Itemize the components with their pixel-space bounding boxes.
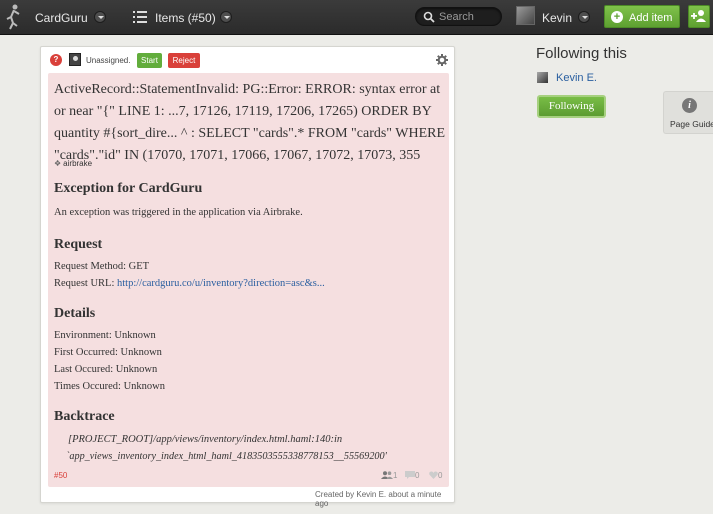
- watchers-icon: [381, 471, 393, 479]
- created-by: Created by Kevin E. about a minute ago: [315, 490, 442, 508]
- start-button[interactable]: Start: [137, 53, 162, 68]
- info-icon: i: [682, 98, 697, 113]
- heart-icon: [429, 471, 438, 479]
- add-item-label: Add item: [629, 12, 673, 24]
- last-occured: Last Occured: Unknown: [54, 364, 158, 375]
- likes-count[interactable]: 0: [429, 471, 442, 480]
- request-heading: Request: [54, 237, 103, 252]
- page-guide-label: Page Guide: [670, 119, 713, 129]
- follower-name[interactable]: Kevin E.: [556, 72, 597, 84]
- user-avatar[interactable]: [516, 6, 535, 25]
- backtrace-line: `app_views_inventory_index_html_haml_418…: [66, 451, 387, 462]
- app-menu-chevron-icon[interactable]: [94, 11, 106, 23]
- search-input[interactable]: [439, 9, 499, 24]
- add-user-button[interactable]: [688, 5, 710, 28]
- backtrace-line: [PROJECT_ROOT]/app/views/inventory/index…: [68, 434, 343, 445]
- following-button[interactable]: Following: [537, 95, 606, 118]
- page-guide-tab[interactable]: i Page Guide: [663, 91, 713, 134]
- reject-button[interactable]: Reject: [168, 53, 200, 68]
- times-occured: Times Occured: Unknown: [54, 381, 166, 392]
- app-name[interactable]: CardGuru: [35, 11, 88, 25]
- plus-icon: +: [611, 11, 623, 23]
- request-url-link[interactable]: http://cardguru.co/u/inventory?direction…: [117, 278, 325, 289]
- environment: Environment: Unknown: [54, 330, 156, 341]
- follower-avatar[interactable]: [537, 72, 548, 83]
- tag-label: airbrake: [63, 159, 93, 168]
- card-number[interactable]: #50: [54, 471, 67, 480]
- assignee-avatar-icon[interactable]: [69, 53, 81, 66]
- request-method: Request Method: GET: [54, 261, 150, 272]
- watchers-count[interactable]: 1: [381, 471, 397, 480]
- assignee-label[interactable]: Unassigned.: [86, 56, 130, 65]
- items-menu-chevron-icon[interactable]: [220, 11, 232, 23]
- likes-count-value: 0: [438, 471, 443, 480]
- watchers-count-value: 1: [393, 471, 398, 480]
- details-heading: Details: [54, 306, 96, 321]
- card-title[interactable]: ActiveRecord::StatementInvalid: PG::Erro…: [54, 79, 446, 167]
- search-box[interactable]: [415, 7, 502, 26]
- card-toolbar: ? Unassigned. Start Reject: [41, 47, 454, 73]
- items-menu[interactable]: Items (#50): [155, 11, 216, 25]
- user-menu-chevron-icon[interactable]: [578, 11, 590, 23]
- backtrace-heading: Backtrace: [54, 409, 115, 424]
- list-icon[interactable]: [133, 11, 147, 23]
- user-name[interactable]: Kevin: [542, 11, 572, 25]
- comment-icon: [405, 471, 415, 479]
- status-question-icon[interactable]: ?: [50, 54, 62, 66]
- add-item-button[interactable]: + Add item: [604, 5, 680, 28]
- tag-icon: ❖: [54, 159, 62, 168]
- search-icon: [423, 11, 435, 23]
- comments-count-value: 0: [415, 471, 420, 480]
- item-card: ? Unassigned. Start Reject ActiveRecord:…: [40, 46, 455, 508]
- request-url-row: Request URL: http://cardguru.co/u/invent…: [54, 278, 325, 289]
- request-url-label: Request URL:: [54, 278, 117, 289]
- comments-count[interactable]: 0: [405, 471, 419, 480]
- tag-airbrake[interactable]: ❖ airbrake: [54, 159, 92, 168]
- following-heading: Following this: [536, 45, 627, 62]
- exception-text: An exception was triggered in the applic…: [54, 207, 303, 218]
- runner-logo-icon[interactable]: [4, 4, 22, 30]
- card-body: ActiveRecord::StatementInvalid: PG::Erro…: [48, 73, 449, 487]
- add-user-icon: [691, 10, 706, 22]
- exception-heading: Exception for CardGuru: [54, 181, 203, 196]
- first-occurred: First Occurred: Unknown: [54, 347, 162, 358]
- gear-icon[interactable]: [436, 54, 448, 66]
- top-navbar: CardGuru Items (#50) Kevin + Add item: [0, 0, 713, 35]
